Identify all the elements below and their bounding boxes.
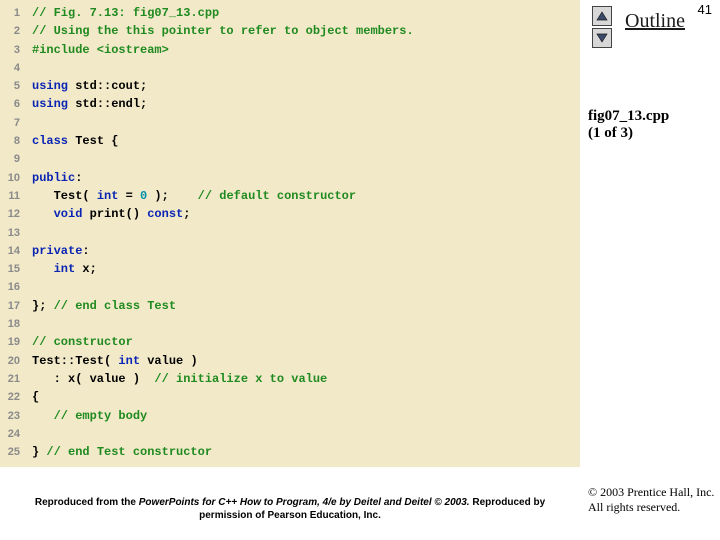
line-number: 5 — [0, 77, 24, 95]
code-listing: 1// Fig. 7.13: fig07_13.cpp2// Using the… — [0, 0, 580, 467]
code-line: 20Test::Test( int value ) — [0, 352, 580, 370]
code-line: 8class Test { — [0, 132, 580, 150]
code-text: // Fig. 7.13: fig07_13.cpp — [24, 4, 219, 22]
sidebar: 41 Outline fig07_13.cpp (1 of 3) © 2003 … — [580, 0, 720, 540]
code-text: Test( int = 0 ); // default constructor — [24, 187, 356, 205]
code-line: 5using std::cout; — [0, 77, 580, 95]
code-line: 12 void print() const; — [0, 205, 580, 223]
code-line: 9 — [0, 150, 580, 168]
copyright-notice: © 2003 Prentice Hall, Inc. All rights re… — [588, 485, 714, 516]
line-number: 6 — [0, 95, 24, 113]
code-text: void print() const; — [24, 205, 190, 223]
line-number: 2 — [0, 22, 24, 40]
code-line: 1// Fig. 7.13: fig07_13.cpp — [0, 4, 580, 22]
prev-button[interactable] — [592, 6, 612, 26]
copyright-line-2: All rights reserved. — [588, 500, 714, 516]
arrow-down-icon — [596, 33, 608, 43]
footer-attribution: Reproduced from the PowerPoints for C++ … — [20, 496, 560, 522]
code-text: class Test { — [24, 132, 118, 150]
code-text: using std::cout; — [24, 77, 147, 95]
line-number: 13 — [0, 224, 24, 242]
code-line: 21 : x( value ) // initialize x to value — [0, 370, 580, 388]
outline-heading: Outline — [625, 10, 685, 33]
line-number: 19 — [0, 333, 24, 351]
footer-italic: PowerPoints for C++ How to Program, 4/e … — [139, 497, 473, 508]
code-line: 25} // end Test constructor — [0, 443, 580, 461]
code-line: 19// constructor — [0, 333, 580, 351]
line-number: 14 — [0, 242, 24, 260]
footer-prefix: Reproduced from the — [35, 497, 139, 508]
line-number: 9 — [0, 150, 24, 168]
code-line: 24 — [0, 425, 580, 443]
line-number: 16 — [0, 278, 24, 296]
line-number: 4 — [0, 59, 24, 77]
code-text: // Using the this pointer to refer to ob… — [24, 22, 414, 40]
code-line: 14private: — [0, 242, 580, 260]
line-number: 24 — [0, 425, 24, 443]
code-text: } // end Test constructor — [24, 443, 212, 461]
code-text: #include <iostream> — [24, 41, 169, 59]
line-number: 23 — [0, 407, 24, 425]
line-number: 8 — [0, 132, 24, 150]
code-line: 22{ — [0, 388, 580, 406]
line-number: 20 — [0, 352, 24, 370]
code-text: Test::Test( int value ) — [24, 352, 198, 370]
code-line: 16 — [0, 278, 580, 296]
code-line: 3#include <iostream> — [0, 41, 580, 59]
line-number: 10 — [0, 169, 24, 187]
line-number: 3 — [0, 41, 24, 59]
code-line: 11 Test( int = 0 ); // default construct… — [0, 187, 580, 205]
part-label: (1 of 3) — [588, 125, 712, 142]
line-number: 11 — [0, 187, 24, 205]
code-text: // constructor — [24, 333, 133, 351]
line-number: 12 — [0, 205, 24, 223]
code-text: }; // end class Test — [24, 297, 176, 315]
code-line: 2// Using the this pointer to refer to o… — [0, 22, 580, 40]
line-number: 7 — [0, 114, 24, 132]
code-line: 10public: — [0, 169, 580, 187]
line-number: 18 — [0, 315, 24, 333]
code-line: 7 — [0, 114, 580, 132]
line-number: 1 — [0, 4, 24, 22]
next-button[interactable] — [592, 28, 612, 48]
code-line: 18 — [0, 315, 580, 333]
code-line: 23 // empty body — [0, 407, 580, 425]
file-name-label: fig07_13.cpp — [588, 108, 712, 125]
code-line: 13 — [0, 224, 580, 242]
code-line: 17}; // end class Test — [0, 297, 580, 315]
page-number: 41 — [698, 2, 712, 17]
code-text: private: — [24, 242, 90, 260]
code-text: { — [24, 388, 39, 406]
code-line: 15 int x; — [0, 260, 580, 278]
line-number: 21 — [0, 370, 24, 388]
code-text: using std::endl; — [24, 95, 147, 113]
code-text: int x; — [24, 260, 97, 278]
code-text: // empty body — [24, 407, 198, 425]
line-number: 25 — [0, 443, 24, 461]
line-number: 17 — [0, 297, 24, 315]
arrow-up-icon — [596, 11, 608, 21]
code-text: public: — [24, 169, 82, 187]
line-number: 22 — [0, 388, 24, 406]
code-line: 6using std::endl; — [0, 95, 580, 113]
code-line: 4 — [0, 59, 580, 77]
line-number: 15 — [0, 260, 24, 278]
code-text: : x( value ) // initialize x to value — [24, 370, 327, 388]
copyright-line-1: © 2003 Prentice Hall, Inc. — [588, 485, 714, 501]
